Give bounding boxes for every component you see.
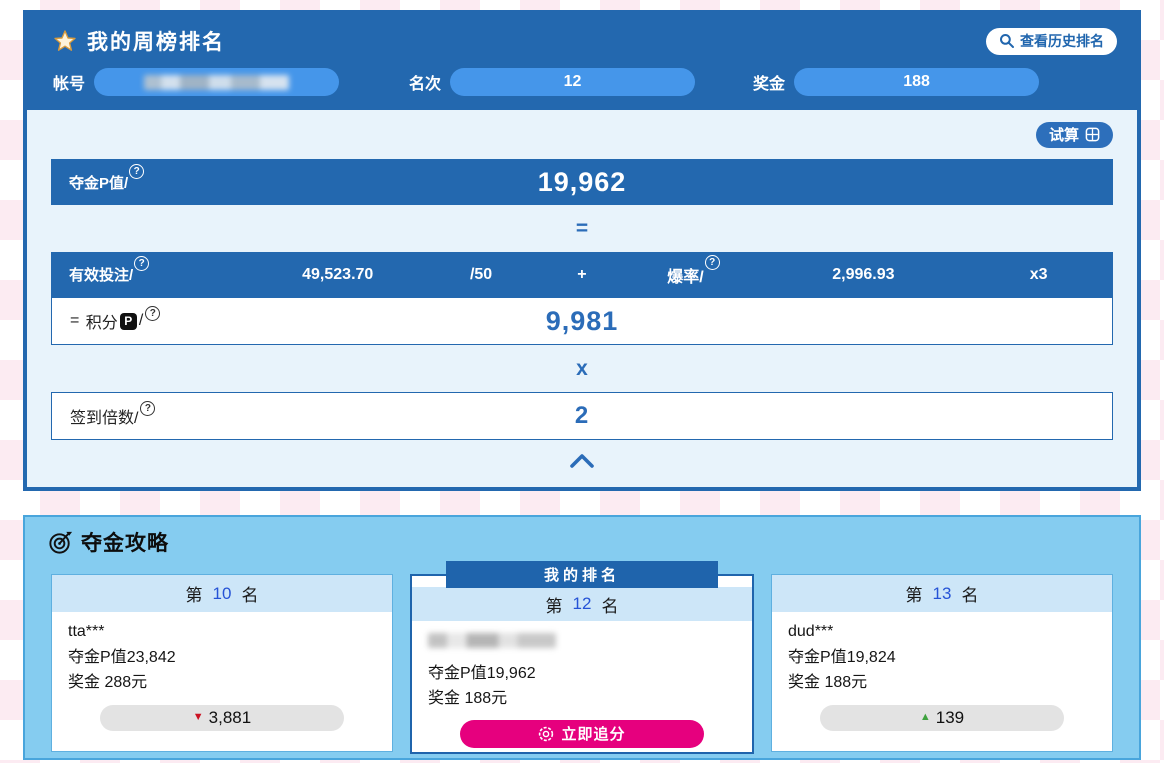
delta-value: 139	[936, 704, 964, 731]
view-history-button[interactable]: 查看历史排名	[986, 28, 1117, 55]
gold-p-value-label: 夺金P值/?	[69, 172, 144, 193]
rank-card-12-mine: 我的排名 第12名 夺金P值19,962 奖金 188元 立即追分	[410, 574, 754, 754]
player-p-line: 夺金P值19,962	[428, 661, 736, 687]
chase-points-button[interactable]: 立即追分	[460, 720, 703, 748]
burst-multiplier: x3	[964, 266, 1113, 284]
collapse-toggle[interactable]	[51, 440, 1113, 482]
delta-pill: ▲ 139	[820, 705, 1063, 731]
rank-card-13: 第13名 dud*** 夺金P值19,824 奖金 188元 ▲ 139	[771, 574, 1113, 752]
player-name-masked	[428, 633, 556, 648]
player-prize-line: 奖金 188元	[788, 670, 1096, 696]
rank-card-10-header: 第10名	[52, 575, 392, 612]
help-icon[interactable]: ?	[134, 256, 149, 271]
rank-label: 名次	[409, 70, 441, 94]
account-field: 帐号	[53, 68, 339, 96]
rank-card-13-body: dud*** 夺金P值19,824 奖金 188元 ▲ 139	[772, 612, 1112, 731]
plus-operator: +	[539, 266, 624, 284]
rank-card-12-body: 夺金P值19,962 奖金 188元 立即追分	[412, 621, 752, 748]
help-icon[interactable]: ?	[129, 164, 144, 179]
player-prize-line: 奖金 188元	[428, 686, 736, 712]
help-icon[interactable]: ?	[705, 255, 720, 270]
calculator-icon	[1085, 127, 1100, 142]
help-icon[interactable]: ?	[140, 401, 155, 416]
page-title: 我的周榜排名	[87, 26, 225, 56]
panel-header: 我的周榜排名 查看历史排名 帐号 名次 12 奖金 188	[27, 14, 1137, 110]
times-operator: x	[51, 345, 1113, 392]
delta-pill: ▼ 3,881	[100, 705, 343, 731]
player-prize-line: 奖金 288元	[68, 670, 376, 696]
rank-value-pill: 12	[450, 68, 695, 96]
delta-value: 3,881	[209, 704, 252, 731]
trial-calc-label: 试算	[1049, 124, 1079, 145]
account-masked-value	[144, 75, 289, 90]
rank-card-10-body: tta*** 夺金P值23,842 奖金 288元 ▼ 3,881	[52, 612, 392, 731]
gold-p-value-row: 夺金P值/? 19,962	[51, 159, 1113, 205]
rank-card-12-header: 第12名	[412, 587, 752, 621]
equals-operator: =	[51, 205, 1113, 252]
trial-calc-button[interactable]: 试算	[1036, 122, 1113, 148]
gold-strategy-panel: 夺金攻略 第10名 tta*** 夺金P值23,842 奖金 288元 ▼ 3,…	[23, 515, 1141, 760]
points-value: 9,981	[52, 306, 1112, 337]
rank-number: 12	[573, 594, 592, 614]
star-icon	[53, 29, 77, 53]
down-triangle-icon: ▼	[193, 709, 204, 727]
points-row: = 积分P/? 9,981	[51, 297, 1113, 345]
bet-divisor: /50	[423, 266, 540, 284]
signin-multiplier-label: 签到倍数/?	[70, 404, 155, 428]
prize-value-pill: 188	[794, 68, 1039, 96]
player-name: dud***	[788, 619, 1096, 645]
view-history-label: 查看历史排名	[1020, 31, 1104, 51]
rank-number: 13	[933, 584, 952, 604]
player-p-line: 夺金P值19,824	[788, 645, 1096, 671]
poker-chip-icon	[538, 726, 554, 742]
player-p-line: 夺金P值23,842	[68, 645, 376, 671]
prize-field: 奖金 188	[753, 68, 1039, 96]
my-rank-tab: 我的排名	[446, 561, 718, 588]
gold-p-value: 19,962	[51, 167, 1113, 198]
valid-bet-value: 49,523.70	[253, 266, 423, 284]
help-icon[interactable]: ?	[145, 306, 160, 321]
signin-multiplier-value: 2	[52, 402, 1112, 430]
burst-rate-value: 2,996.93	[762, 266, 964, 284]
rank-card-13-header: 第13名	[772, 575, 1112, 612]
rank-number: 10	[213, 584, 232, 604]
weekly-ranking-panel: 我的周榜排名 查看历史排名 帐号 名次 12 奖金 188	[23, 10, 1141, 491]
p-badge-icon: P	[120, 313, 137, 330]
player-name: tta***	[68, 619, 376, 645]
prize-label: 奖金	[753, 70, 785, 94]
search-icon	[999, 33, 1015, 49]
points-label: = 积分P/?	[70, 309, 160, 333]
target-dart-icon	[47, 529, 74, 556]
account-label: 帐号	[53, 70, 85, 94]
chase-points-label: 立即追分	[561, 723, 625, 744]
rank-card-10: 第10名 tta*** 夺金P值23,842 奖金 288元 ▼ 3,881	[51, 574, 393, 752]
strategy-title: 夺金攻略	[81, 527, 169, 557]
chevron-up-icon	[568, 453, 596, 469]
rank-field: 名次 12	[409, 68, 695, 96]
burst-rate-label: 爆率/?	[624, 263, 762, 287]
signin-multiplier-row: 签到倍数/? 2	[51, 392, 1113, 440]
account-value-pill	[94, 68, 339, 96]
valid-bet-label: 有效投注/?	[51, 264, 253, 285]
valid-bet-row: 有效投注/? 49,523.70 /50 + 爆率/? 2,996.93 x3	[51, 252, 1113, 297]
up-triangle-icon: ▲	[920, 709, 931, 727]
